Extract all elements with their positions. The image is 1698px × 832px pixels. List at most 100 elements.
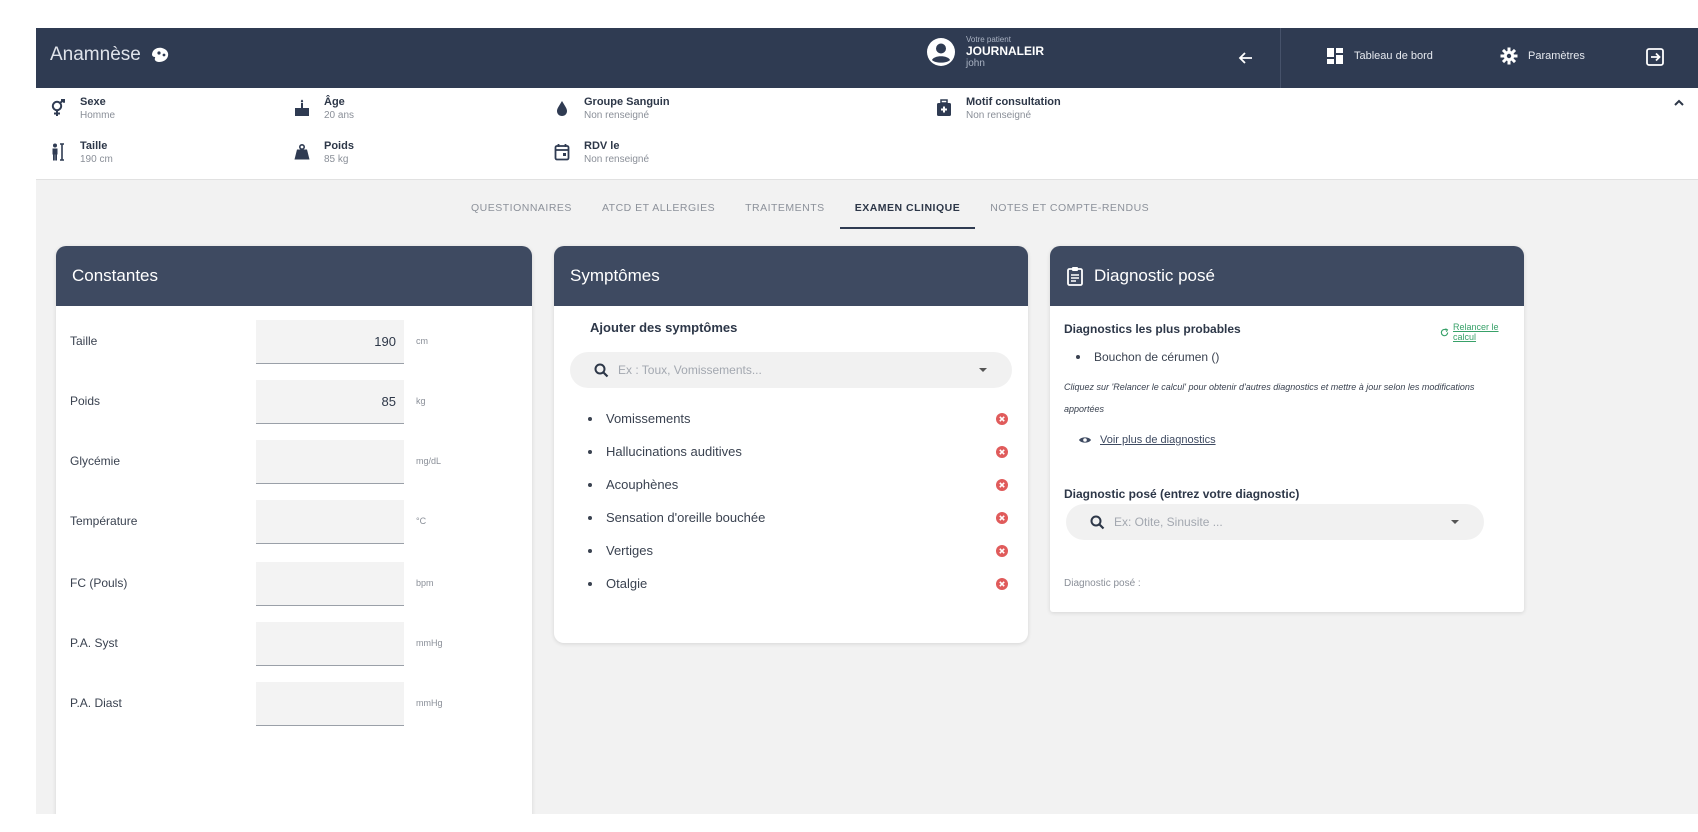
- list-item: Vomissements: [588, 402, 1008, 435]
- more-diagnostics-link[interactable]: Voir plus de diagnostics: [1078, 434, 1216, 446]
- tab-notes-compte-rendus[interactable]: NOTES ET COMPTE-RENDUS: [975, 191, 1164, 229]
- symptom-label: Sensation d'oreille bouchée: [606, 510, 766, 525]
- brand[interactable]: Anamnèse: [50, 44, 171, 66]
- tab-questionnaires[interactable]: QUESTIONNAIRES: [456, 191, 587, 229]
- motif-label: Motif consultation: [966, 96, 1061, 108]
- blood-label: Groupe Sanguin: [584, 96, 670, 108]
- remove-circle-icon[interactable]: [996, 413, 1008, 425]
- remove-circle-icon[interactable]: [996, 578, 1008, 590]
- constante-unit: bpm: [416, 578, 434, 588]
- refresh-icon: [1440, 327, 1449, 336]
- rdv-label: RDV le: [584, 140, 620, 152]
- arrow-left-icon: [1238, 52, 1252, 64]
- back-button[interactable]: [1234, 46, 1258, 70]
- bullet: [588, 449, 592, 454]
- search-icon: [1090, 515, 1105, 530]
- taille-value: 190 cm: [80, 153, 113, 165]
- search-icon: [594, 363, 609, 378]
- age-label: Âge: [324, 96, 345, 108]
- tab-bar: QUESTIONNAIRES ATCD ET ALLERGIES TRAITEM…: [456, 191, 1164, 229]
- tab-examen-clinique[interactable]: EXAMEN CLINIQUE: [839, 191, 976, 229]
- remove-circle-icon[interactable]: [996, 512, 1008, 524]
- dropdown-arrow-icon[interactable]: [978, 366, 988, 374]
- constante-row-temperature: Température °C: [56, 500, 532, 544]
- app-name: Anamnèse: [50, 44, 141, 65]
- remove-circle-icon[interactable]: [996, 545, 1008, 557]
- remove-circle-icon[interactable]: [996, 446, 1008, 458]
- tab-atcd-allergies[interactable]: ATCD ET ALLERGIES: [587, 191, 730, 229]
- taille-input[interactable]: [256, 320, 404, 364]
- app-window: Anamnèse Votre patient JOURNALEIR john T…: [36, 28, 1698, 814]
- constante-row-taille: Taille cm: [56, 320, 532, 364]
- patient-name: JOURNALEIR: [966, 43, 1045, 58]
- constante-label: Température: [70, 514, 138, 528]
- symptom-label: Otalgie: [606, 576, 648, 591]
- taille-label: Taille: [80, 140, 108, 152]
- symptomes-card: Symptômes Ajouter des symptômes Vomissem…: [554, 246, 1028, 643]
- list-item: Hallucinations auditives: [588, 435, 1008, 468]
- info-sexe: Sexe Homme: [50, 96, 115, 122]
- constante-unit: kg: [416, 396, 426, 406]
- brand-logo-icon: [151, 47, 169, 62]
- poids-label: Poids: [324, 140, 354, 152]
- symptom-search-input[interactable]: [618, 352, 978, 388]
- more-diagnostics-label: Voir plus de diagnostics: [1100, 434, 1216, 446]
- symptom-label: Vomissements: [606, 411, 691, 426]
- diagnostic-header: Diagnostic posé: [1050, 246, 1524, 306]
- medical-bag-icon: [937, 99, 951, 116]
- constante-label: P.A. Syst: [70, 636, 118, 650]
- age-value: 20 ans: [324, 109, 355, 121]
- constante-row-glycemie: Glycémie mg/dL: [56, 440, 532, 484]
- sexe-value: Homme: [80, 109, 116, 121]
- settings-label: Paramètres: [1528, 50, 1585, 62]
- diagnostic-search-input[interactable]: [1114, 504, 1454, 540]
- list-item: Otalgie: [588, 567, 1008, 600]
- diagnostic-title: Diagnostic posé: [1094, 266, 1215, 285]
- tab-traitements[interactable]: TRAITEMENTS: [730, 191, 840, 229]
- settings-button[interactable]: Paramètres: [1500, 47, 1585, 65]
- constantes-title: Constantes: [72, 266, 158, 285]
- constantes-header: Constantes: [56, 246, 532, 306]
- constante-row-pouls: FC (Pouls) bpm: [56, 562, 532, 606]
- add-symptoms-label: Ajouter des symptômes: [590, 320, 738, 335]
- poids-value: 85 kg: [324, 153, 349, 165]
- sexe-label: Sexe: [80, 96, 106, 108]
- dashboard-icon: [1327, 48, 1343, 64]
- probable-diagnostics-title: Diagnostics les plus probables: [1064, 322, 1241, 336]
- symptom-search-box[interactable]: [570, 352, 1012, 388]
- logout-button[interactable]: [1644, 46, 1668, 70]
- list-item: Acouphènes: [588, 468, 1008, 501]
- collapse-button[interactable]: [1672, 96, 1690, 114]
- top-divider: [1280, 28, 1281, 88]
- constante-row-poids: Poids kg: [56, 380, 532, 424]
- recalculate-button[interactable]: Relancer le calcul: [1440, 322, 1524, 342]
- diagnostic-search-box[interactable]: [1066, 504, 1484, 540]
- constante-row-pa-diast: P.A. Diast mmHg: [56, 682, 532, 726]
- pouls-input[interactable]: [256, 562, 404, 606]
- logout-icon: [1646, 48, 1664, 66]
- dashboard-button[interactable]: Tableau de bord: [1326, 47, 1433, 65]
- info-poids: Poids 85 kg: [294, 140, 354, 166]
- list-item: Sensation d'oreille bouchée: [588, 501, 1008, 534]
- symptom-list: Vomissements Hallucinations auditives Ac…: [588, 402, 1008, 600]
- symptom-label: Hallucinations auditives: [606, 444, 742, 459]
- clipboard-icon: [1067, 267, 1083, 286]
- remove-circle-icon[interactable]: [996, 479, 1008, 491]
- constante-label: P.A. Diast: [70, 696, 122, 710]
- dropdown-arrow-icon[interactable]: [1450, 518, 1460, 526]
- constante-label: Glycémie: [70, 454, 121, 468]
- chevron-up-icon: [1674, 99, 1684, 106]
- constante-label: Poids: [70, 394, 101, 408]
- glycemie-input[interactable]: [256, 440, 404, 484]
- patient-firstname: john: [966, 57, 985, 69]
- dashboard-label: Tableau de bord: [1354, 50, 1433, 62]
- pa-diast-input[interactable]: [256, 682, 404, 726]
- pa-syst-input[interactable]: [256, 622, 404, 666]
- symptom-label: Vertiges: [606, 543, 653, 558]
- bullet: [588, 416, 592, 421]
- constante-unit: mmHg: [416, 698, 443, 708]
- temperature-input[interactable]: [256, 500, 404, 544]
- poids-input[interactable]: [256, 380, 404, 424]
- probable-diagnostic-item: Bouchon de cérumen (): [1076, 350, 1219, 364]
- info-taille: Taille 190 cm: [50, 140, 113, 166]
